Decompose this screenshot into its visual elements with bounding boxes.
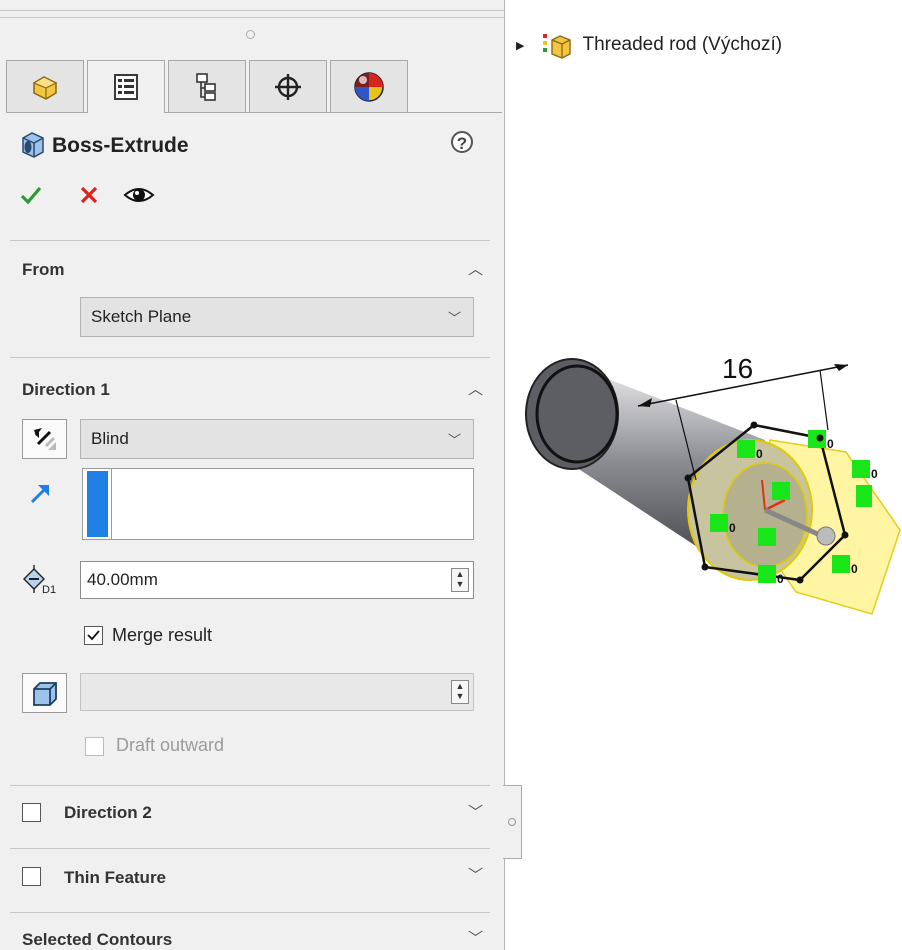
- crosshair-icon: [275, 73, 301, 100]
- thin-feature-section-title: Thin Feature: [64, 868, 167, 887]
- draft-toggle-button[interactable]: [22, 673, 67, 713]
- collapse-from-chevron-up-icon[interactable]: ︿: [468, 258, 483, 279]
- ok-button[interactable]: [20, 184, 42, 211]
- draft-angle-spinner[interactable]: ▲ ▼: [451, 680, 469, 704]
- separator: [10, 357, 490, 358]
- expand-contours-chevron-down-icon[interactable]: ﹀: [468, 927, 483, 948]
- direction2-section-title: Direction 2: [64, 803, 152, 822]
- end-condition-value: Blind: [91, 429, 129, 448]
- merge-result-label: Merge result: [112, 625, 213, 645]
- direction2-checkbox[interactable]: [22, 803, 41, 822]
- preview-button[interactable]: [123, 182, 155, 213]
- svg-text:0: 0: [851, 562, 858, 576]
- draft-icon: [32, 682, 57, 706]
- appearance-sphere-icon: [354, 71, 384, 102]
- end-condition-select[interactable]: Blind ﹀: [80, 419, 474, 459]
- close-icon: [80, 186, 98, 204]
- svg-text:0: 0: [756, 447, 763, 461]
- svg-text:0: 0: [827, 437, 834, 451]
- draft-angle-input[interactable]: ▲ ▼: [80, 673, 474, 711]
- separator: [10, 912, 490, 913]
- svg-text:0: 0: [871, 467, 878, 481]
- from-select[interactable]: Sketch Plane ﹀: [80, 297, 474, 337]
- selection-indicator: [87, 471, 108, 537]
- separator: [10, 785, 490, 786]
- tab-display-manager[interactable]: [330, 60, 408, 112]
- svg-text:0: 0: [777, 572, 784, 586]
- configuration-icon: [196, 72, 216, 101]
- tab-dimxpert[interactable]: [249, 60, 327, 112]
- direction-vector-arrow-icon: [28, 480, 54, 511]
- svg-text:D1: D1: [42, 584, 56, 596]
- panel-collapse-tab[interactable]: [503, 785, 522, 859]
- selected-contours-section-title: Selected Contours: [22, 930, 173, 949]
- eye-icon: [123, 188, 155, 202]
- depth-d1-icon: D1: [20, 563, 64, 602]
- feature-title: Boss-Extrude: [52, 134, 189, 157]
- merge-result-checkbox[interactable]: [84, 626, 103, 645]
- checkmark-icon: [87, 630, 100, 641]
- help-button[interactable]: ?: [451, 131, 473, 153]
- dimension-label: 16: [722, 353, 753, 384]
- separator: [10, 240, 490, 241]
- collapse-grip-icon: [508, 818, 516, 826]
- draft-outward-checkbox[interactable]: [85, 737, 104, 756]
- panel-resize-grip[interactable]: [246, 30, 255, 39]
- reverse-direction-icon: [33, 428, 56, 450]
- part-icon: [32, 75, 58, 100]
- flyout-tree: ▶ Threaded rod (Výchozí): [516, 30, 782, 60]
- reverse-direction-button[interactable]: [22, 419, 67, 459]
- manager-tabs: [6, 60, 502, 113]
- from-select-value: Sketch Plane: [91, 307, 192, 326]
- collapse-direction1-chevron-up-icon[interactable]: ︿: [468, 378, 483, 399]
- tab-propertymanager[interactable]: [87, 60, 165, 113]
- direction-reference-listbox[interactable]: [82, 468, 474, 540]
- chevron-down-icon: ﹀: [447, 310, 461, 326]
- separator: [10, 848, 490, 849]
- direction1-section-title: Direction 1: [22, 380, 110, 399]
- panel-top-border: [0, 10, 504, 11]
- from-section-title: From: [22, 260, 65, 279]
- part-config-icon: [543, 34, 572, 59]
- cancel-button[interactable]: [78, 184, 100, 211]
- tab-configurationmanager[interactable]: [168, 60, 246, 112]
- expand-arrow-icon[interactable]: ▶: [516, 39, 524, 52]
- expand-thin-chevron-down-icon[interactable]: ﹀: [468, 864, 483, 885]
- boss-extrude-icon: [22, 132, 44, 158]
- property-manager-panel: Boss-Extrude ? From ︿ Sketch Plane ﹀ Dir…: [0, 0, 505, 950]
- tree-part-label[interactable]: Threaded rod (Výchozí): [582, 34, 782, 56]
- depth-spinner[interactable]: ▲ ▼: [451, 568, 469, 592]
- model-preview: 16 0 0 0 0 0 0: [525, 353, 901, 615]
- feature-header: [20, 130, 46, 163]
- graphics-viewport[interactable]: 16 0 0 0 0 0 0: [510, 330, 902, 635]
- expand-direction2-chevron-down-icon[interactable]: ﹀: [468, 801, 483, 822]
- listbox-divider: [111, 469, 112, 539]
- draft-outward-label: Draft outward: [116, 735, 225, 755]
- tab-featuremanager[interactable]: [6, 60, 84, 112]
- panel-top-border-2: [0, 17, 504, 18]
- chevron-down-icon: ﹀: [447, 432, 461, 448]
- checkmark-icon: [20, 186, 42, 205]
- depth-input[interactable]: 40.00mm ▲ ▼: [80, 561, 474, 599]
- depth-value: 40.00mm: [87, 570, 158, 589]
- thin-feature-checkbox[interactable]: [22, 867, 41, 886]
- property-manager-icon: [114, 74, 138, 100]
- svg-text:0: 0: [729, 521, 736, 535]
